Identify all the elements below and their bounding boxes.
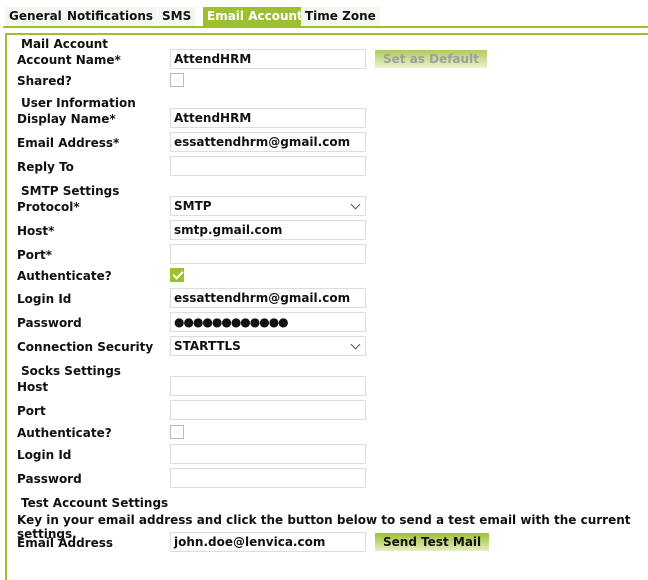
display-name-label: Display Name* <box>17 112 116 126</box>
tab-general[interactable]: General <box>5 7 66 26</box>
port-label: Port* <box>17 248 52 262</box>
login-id-input[interactable]: essattendhrm@gmail.com <box>170 288 366 308</box>
socks-host-label: Host <box>17 380 49 394</box>
connection-security-label: Connection Security <box>17 340 154 354</box>
email-address-label: Email Address* <box>17 136 120 150</box>
protocol-select[interactable]: SMTP <box>170 196 366 216</box>
section-smtp-settings: SMTP Settings <box>21 184 120 198</box>
protocol-label: Protocol* <box>17 200 80 214</box>
host-label: Host* <box>17 224 55 238</box>
test-email-input[interactable]: john.doe@lenvica.com <box>170 532 366 552</box>
set-as-default-button[interactable]: Set as Default <box>375 50 487 68</box>
host-input[interactable]: smtp.gmail.com <box>170 220 366 240</box>
protocol-value: SMTP <box>174 199 212 213</box>
tab-bar: General Notifications SMS Email Accounts… <box>3 6 648 28</box>
socks-authenticate-checkbox[interactable] <box>170 425 184 439</box>
test-email-label: Email Address <box>17 536 114 550</box>
shared-checkbox[interactable] <box>170 73 184 87</box>
send-test-mail-button[interactable]: Send Test Mail <box>375 533 490 551</box>
socks-login-id-input[interactable] <box>170 444 366 464</box>
section-user-information: User Information <box>21 96 136 110</box>
display-name-input[interactable]: AttendHRM <box>170 108 366 128</box>
login-id-label: Login Id <box>17 292 72 306</box>
tab-email-accounts[interactable]: Email Accounts <box>203 7 314 26</box>
port-input[interactable] <box>170 244 366 264</box>
account-name-label: Account Name* <box>17 53 121 67</box>
tab-sms[interactable]: SMS <box>158 7 196 26</box>
socks-password-label: Password <box>17 472 82 486</box>
account-name-input[interactable]: AttendHRM <box>170 49 366 69</box>
reply-to-label: Reply To <box>17 160 74 174</box>
socks-password-input[interactable] <box>170 468 366 488</box>
socks-port-label: Port <box>17 404 46 418</box>
tab-notifications[interactable]: Notifications <box>63 7 158 26</box>
tab-time-zone[interactable]: Time Zone <box>301 7 380 26</box>
section-socks-settings: Socks Settings <box>21 364 121 378</box>
socks-login-id-label: Login Id <box>17 448 72 462</box>
shared-label: Shared? <box>17 74 72 88</box>
password-input[interactable]: ●●●●●●●●●●●● <box>170 312 366 332</box>
email-address-input[interactable]: essattendhrm@gmail.com <box>170 132 366 152</box>
authenticate-checkbox[interactable] <box>170 268 184 282</box>
socks-authenticate-label: Authenticate? <box>17 426 112 440</box>
authenticate-label: Authenticate? <box>17 269 112 283</box>
connection-security-value: STARTTLS <box>174 339 241 353</box>
section-test-account-settings: Test Account Settings <box>21 496 169 510</box>
reply-to-input[interactable] <box>170 156 366 176</box>
password-label: Password <box>17 316 82 330</box>
socks-port-input[interactable] <box>170 400 366 420</box>
section-mail-account: Mail Account <box>21 37 109 51</box>
connection-security-select[interactable]: STARTTLS <box>170 336 366 356</box>
socks-host-input[interactable] <box>170 376 366 396</box>
